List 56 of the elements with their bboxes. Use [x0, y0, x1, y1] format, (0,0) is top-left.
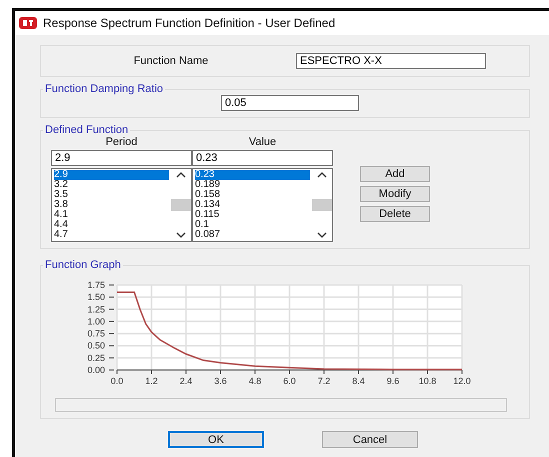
x-tick-label: 8.4 [352, 376, 365, 386]
column-header: Period [104, 136, 138, 148]
window-title: Response Spectrum Function Definition - User Defined [43, 16, 336, 30]
list-item[interactable]: 2.9 [54, 170, 169, 180]
list-item[interactable]: 4.7 [54, 230, 169, 240]
scroll-down-icon[interactable] [176, 232, 186, 238]
x-tick-label: 2.4 [180, 376, 192, 386]
x-tick-label: 6.0 [283, 376, 296, 386]
group-title: Function Graph [44, 259, 122, 271]
list-item[interactable]: 0.189 [195, 180, 310, 190]
x-tick-label: 1.2 [145, 376, 158, 386]
dialog-button[interactable]: Cancel [322, 431, 418, 448]
y-tick-label: 0.25 [87, 352, 105, 363]
app-icon [19, 17, 37, 29]
function-name-label: Function Name [132, 55, 210, 67]
scroll-down-icon[interactable] [317, 232, 327, 238]
group-title: Defined Function [44, 124, 130, 136]
list-item[interactable]: 0.115 [195, 210, 310, 220]
y-tick-label: 0.75 [87, 328, 105, 339]
x-tick-label: 7.2 [318, 376, 330, 386]
list-action-button[interactable]: Modify [360, 186, 430, 202]
x-tick-label: 0.0 [110, 376, 124, 386]
list-item[interactable]: 3.8 [54, 200, 169, 210]
x-tick-label: 4.8 [248, 376, 262, 386]
list-item[interactable]: 3.5 [54, 190, 169, 200]
damping-ratio-field[interactable]: 0.05 [221, 95, 359, 111]
scroll-up-icon[interactable] [317, 172, 327, 178]
y-tick-label: 1.50 [87, 292, 105, 302]
y-tick-label: 0.00 [87, 365, 105, 375]
scroll-thumb[interactable] [312, 199, 332, 211]
x-tick-label: 12.0 [453, 376, 471, 386]
x-tick-label: 10.8 [418, 376, 436, 386]
function-name-field[interactable]: ESPECTRO X-X [296, 53, 486, 69]
scroll-up-icon[interactable] [176, 172, 186, 178]
list-item[interactable]: 0.158 [195, 190, 310, 200]
y-tick-label: 1.25 [87, 304, 105, 314]
y-tick-label: 1.00 [87, 316, 105, 326]
list-item[interactable]: 0.087 [195, 230, 310, 240]
list-action-button[interactable]: Delete [360, 206, 430, 222]
value-field[interactable]: 0.23 [192, 150, 333, 166]
x-tick-label: 9.6 [386, 376, 400, 386]
scroll-thumb[interactable] [171, 199, 191, 211]
y-tick-label: 0.50 [87, 340, 105, 351]
list-action-button[interactable]: Add [360, 166, 430, 182]
column-header: Value [248, 136, 278, 148]
group-title: Function Damping Ratio [44, 83, 164, 95]
list-item[interactable]: 0.134 [195, 200, 310, 210]
list-item[interactable]: 4.4 [54, 220, 169, 230]
list-item[interactable]: 0.23 [195, 170, 310, 180]
y-tick-label: 1.75 [87, 280, 105, 290]
x-tick-label: 3.6 [214, 376, 227, 386]
dialog-button[interactable]: OK [168, 431, 264, 448]
list-item[interactable]: 3.2 [54, 180, 169, 190]
list-item[interactable]: 4.1 [54, 210, 169, 220]
period-field[interactable]: 2.9 [51, 150, 192, 166]
list-item[interactable]: 0.1 [195, 220, 310, 230]
